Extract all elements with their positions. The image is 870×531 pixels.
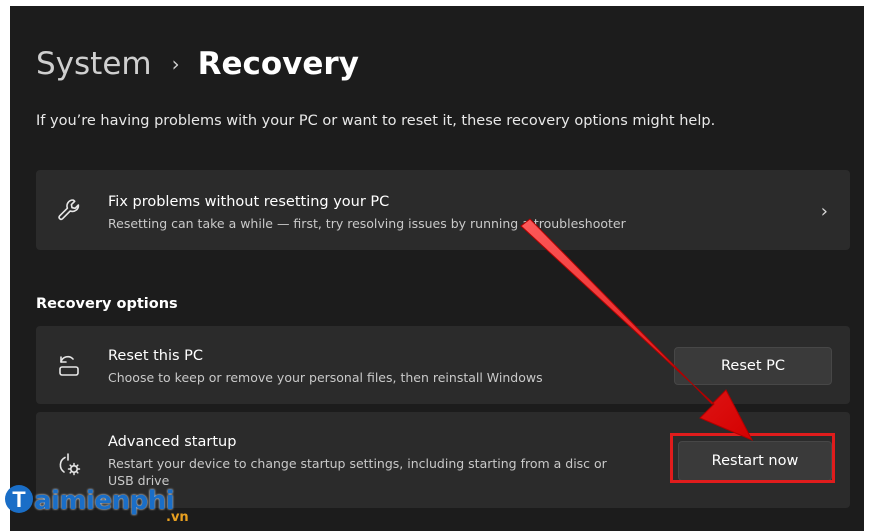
- taimienphi-logo-mark: T: [5, 485, 33, 513]
- fix-problems-card[interactable]: Fix problems without resetting your PC R…: [36, 170, 850, 250]
- recovery-options-heading: Recovery options: [36, 296, 178, 312]
- breadcrumb: System › Recovery: [36, 46, 359, 82]
- fix-problems-description: Resetting can take a while — first, try …: [108, 216, 626, 231]
- advanced-startup-icon: [59, 453, 81, 476]
- chevron-right-icon: ›: [820, 201, 828, 222]
- logo-brand-text: aimienphi: [34, 486, 175, 516]
- wrench-icon: [58, 199, 80, 221]
- reset-pc-title: Reset this PC: [108, 348, 204, 364]
- breadcrumb-separator: ›: [171, 52, 180, 76]
- restart-now-button[interactable]: Restart now: [678, 441, 832, 481]
- page-description: If you’re having problems with your PC o…: [36, 113, 716, 129]
- fix-problems-title: Fix problems without resetting your PC: [108, 194, 390, 210]
- reset-pc-icon: [59, 355, 79, 376]
- logo-initial: T: [12, 487, 26, 512]
- advanced-startup-description-line1: Restart your device to change startup se…: [108, 456, 607, 471]
- settings-window: System › Recovery If you’re having probl…: [10, 6, 864, 531]
- taimienphi-logo: T aimienphi: [4, 482, 175, 516]
- logo-domain-suffix: .vn: [166, 510, 189, 525]
- breadcrumb-system[interactable]: System: [36, 46, 152, 82]
- advanced-startup-title: Advanced startup: [108, 434, 237, 450]
- page-title: Recovery: [197, 46, 359, 82]
- reset-pc-button[interactable]: Reset PC: [674, 347, 832, 385]
- reset-pc-description: Choose to keep or remove your personal f…: [108, 370, 543, 385]
